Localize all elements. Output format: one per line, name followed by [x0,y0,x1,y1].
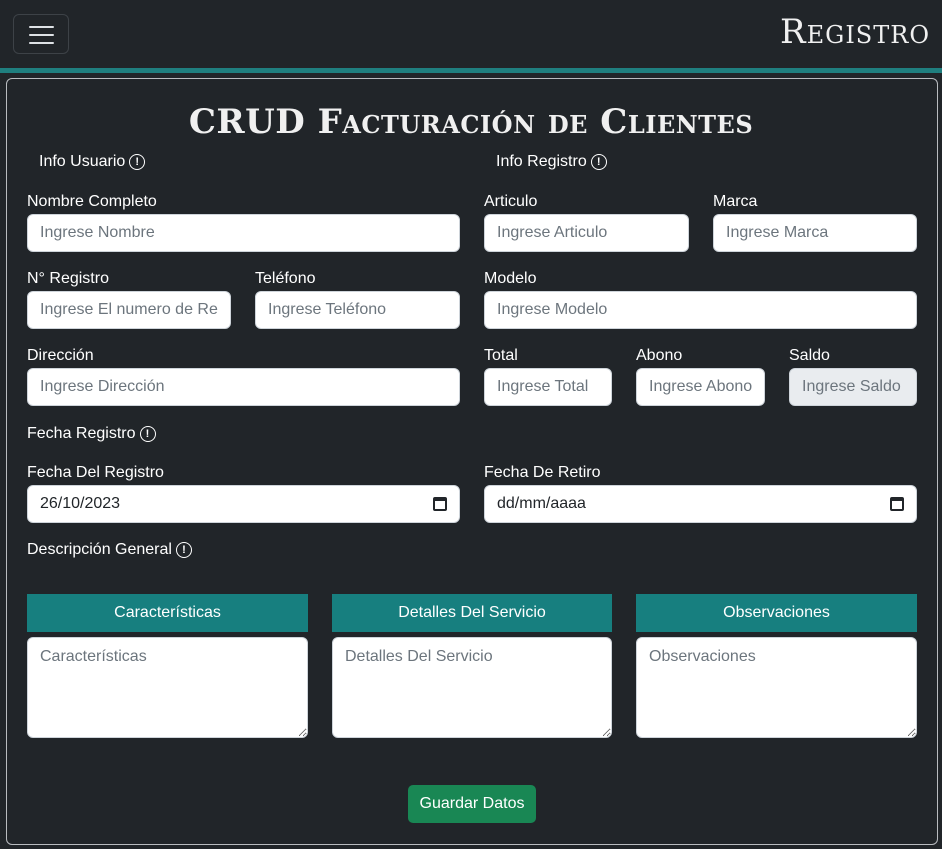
telefono-input[interactable] [255,291,460,329]
calendar-icon[interactable] [890,497,904,511]
articulo-input[interactable] [484,214,689,252]
section-info-usuario: Info Usuario ! [39,153,146,171]
registro-label: N° Registro [27,270,109,287]
navbar-brand[interactable]: Registro [780,12,930,52]
menu-bar [29,42,54,44]
date-value: 26/10/2023 [40,495,121,512]
navbar: Registro [0,0,942,68]
marca-label: Marca [713,193,758,210]
info-circle-icon: ! [175,542,192,558]
info-circle-icon: ! [129,154,146,170]
articulo-label: Articulo [484,193,538,210]
observaciones-textarea[interactable] [636,637,917,738]
abono-label: Abono [636,347,683,364]
marca-input[interactable] [713,214,917,252]
total-input[interactable] [484,368,612,406]
caracteristicas-textarea[interactable] [27,637,308,738]
detalles-textarea[interactable] [332,637,612,738]
tab-observaciones[interactable]: Observaciones [636,594,917,632]
section-label: Descripción General [27,541,172,558]
abono-input[interactable] [636,368,765,406]
menu-bar [29,34,54,36]
info-circle-icon: ! [590,154,607,170]
calendar-icon[interactable] [433,497,447,511]
saldo-input [789,368,917,406]
info-circle-icon: ! [139,426,156,442]
fecha-del-registro-input[interactable]: 26/10/2023 [27,485,460,523]
modelo-label: Modelo [484,270,537,287]
total-label: Total [484,347,518,364]
navbar-divider [0,68,942,73]
section-label: Info Registro [496,153,587,170]
fecha-de-retiro-label: Fecha De Retiro [484,464,601,481]
nombre-label: Nombre Completo [27,193,157,210]
save-button[interactable]: Guardar Datos [408,785,536,823]
saldo-label: Saldo [789,347,830,364]
modelo-input[interactable] [484,291,917,329]
section-descripcion-general: Descripción General ! [27,541,192,559]
hamburger-menu-icon[interactable] [13,14,69,54]
section-info-registro: Info Registro ! [496,153,607,171]
telefono-label: Teléfono [255,270,316,287]
menu-bar [29,26,54,28]
tab-caracteristicas[interactable]: Características [27,594,308,632]
tab-detalles-del-servicio[interactable]: Detalles Del Servicio [332,594,612,632]
fecha-de-retiro-input[interactable]: dd/mm/aaaa [484,485,917,523]
page-title: CRUD Facturación de Clientes [188,102,754,142]
fecha-del-registro-label: Fecha Del Registro [27,464,164,481]
registro-input[interactable] [27,291,231,329]
section-fecha-registro: Fecha Registro ! [27,425,156,443]
date-value: dd/mm/aaaa [497,495,586,512]
direccion-input[interactable] [27,368,460,406]
section-label: Info Usuario [39,153,126,170]
direccion-label: Dirección [27,347,94,364]
nombre-input[interactable] [27,214,460,252]
section-label: Fecha Registro [27,425,136,442]
